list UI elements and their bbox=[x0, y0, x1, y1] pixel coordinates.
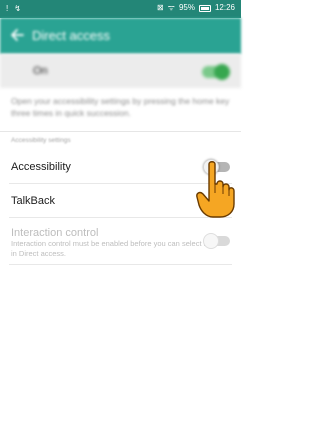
toggle-knob bbox=[214, 64, 230, 80]
master-switch-row[interactable]: On bbox=[0, 54, 241, 88]
battery-icon bbox=[198, 4, 211, 12]
status-bar: ! ↯ ⊠ ᯤ 95% 12:26 bbox=[0, 0, 241, 18]
interaction-control-toggle bbox=[203, 233, 230, 249]
master-switch-label: On bbox=[33, 65, 48, 77]
alert-icon: ! bbox=[6, 4, 9, 13]
interaction-control-label: Interaction control bbox=[11, 227, 99, 239]
back-arrow-icon[interactable] bbox=[10, 28, 24, 42]
section-header: Accessibility settings bbox=[11, 137, 71, 144]
divider bbox=[9, 264, 232, 265]
description-text: Open your accessibility settings by pres… bbox=[11, 96, 230, 118]
talkback-label: TalkBack bbox=[11, 195, 56, 207]
pointing-hand-icon bbox=[196, 161, 235, 218]
signal-icon: ᯤ bbox=[167, 3, 175, 12]
interaction-control-subtext: Interaction control must be enabled befo… bbox=[11, 239, 208, 258]
toggle-knob bbox=[203, 233, 219, 249]
mute-icon: ⊠ bbox=[156, 3, 164, 12]
divider bbox=[0, 131, 241, 132]
accessibility-label: Accessibility bbox=[11, 161, 71, 173]
battery-percent: 95% bbox=[178, 3, 195, 12]
master-toggle[interactable] bbox=[202, 64, 230, 80]
clock: 12:26 bbox=[214, 3, 235, 12]
app-bar: Direct access bbox=[0, 18, 241, 54]
page-title: Direct access bbox=[32, 28, 111, 43]
usb-icon: ↯ bbox=[14, 4, 21, 13]
